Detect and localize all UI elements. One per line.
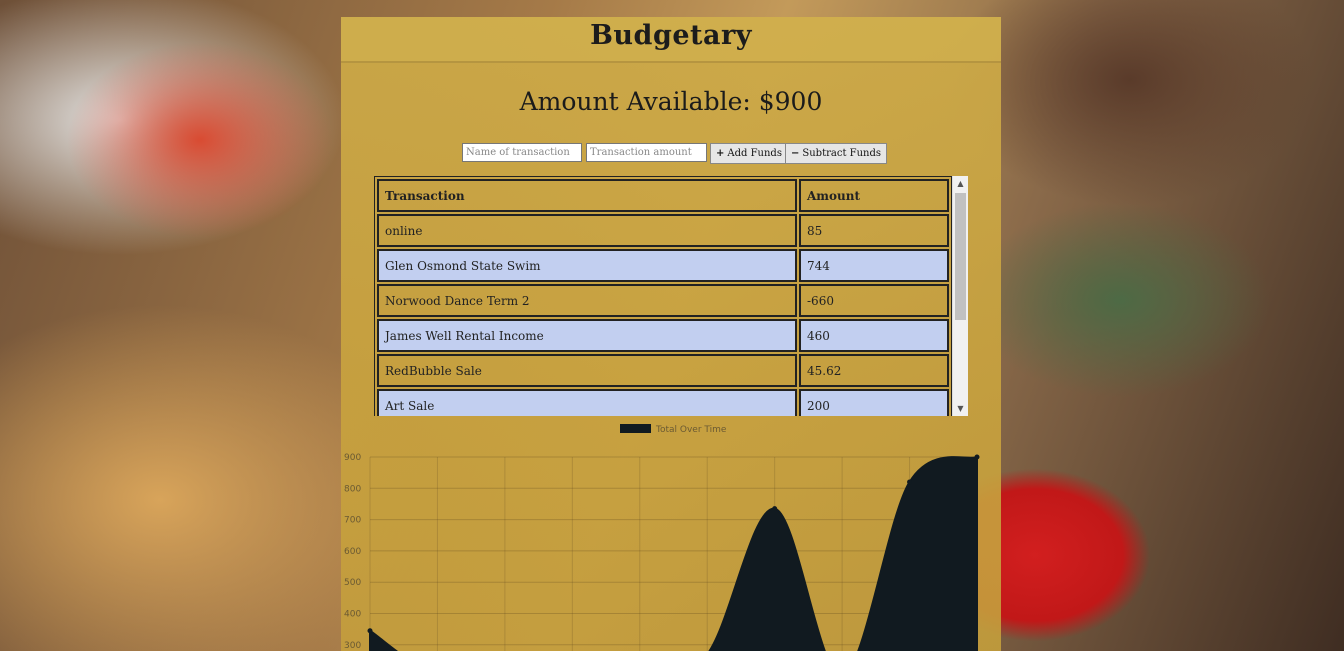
transaction-amount-cell: 85 (799, 214, 949, 247)
total-over-time-chart: 300 400 500 600 700 800 900 Total Over Time (344, 424, 980, 651)
y-tick-label: 500 (344, 578, 361, 588)
y-tick-label: 400 (344, 610, 361, 620)
y-tick-label: 600 (344, 547, 361, 557)
transaction-amount-cell: 45.62 (799, 354, 949, 387)
add-funds-label: Add Funds (727, 148, 782, 159)
subtract-funds-button[interactable]: − Subtract Funds (785, 143, 887, 164)
table-row[interactable]: James Well Rental Income 460 (377, 319, 949, 352)
transaction-amount-cell: 744 (799, 249, 949, 282)
subtract-funds-label: Subtract Funds (802, 148, 881, 159)
table-row[interactable]: Glen Osmond State Swim 744 (377, 249, 949, 282)
scroll-down-arrow-icon[interactable]: ▼ (953, 401, 968, 416)
legend-swatch (620, 424, 651, 433)
table-row[interactable]: Norwood Dance Term 2 -660 (377, 284, 949, 317)
app-panel: Budgetary Amount Available: $900 +Add Fu… (341, 17, 1001, 651)
table-row[interactable]: online 85 (377, 214, 949, 247)
scroll-up-arrow-icon[interactable]: ▲ (953, 176, 968, 191)
chart-y-ticks: 300 400 500 600 700 800 900 (344, 453, 361, 651)
transactions-table: Transaction Amount online 85 Glen Osmond… (374, 176, 952, 416)
transaction-amount-cell: 200 (799, 389, 949, 416)
scrollbar-thumb[interactable] (955, 193, 966, 320)
transactions-table-container[interactable]: Transaction Amount online 85 Glen Osmond… (374, 176, 968, 416)
data-point (907, 479, 913, 485)
app-title[interactable]: Budgetary (590, 20, 752, 51)
table-scrollbar[interactable]: ▲ ▼ (952, 176, 968, 416)
data-point (974, 454, 980, 460)
y-tick-label: 900 (344, 453, 361, 463)
y-tick-label: 300 (344, 641, 361, 651)
y-tick-label: 700 (344, 516, 361, 526)
transaction-name-cell: Glen Osmond State Swim (377, 249, 797, 282)
column-header-transaction: Transaction (377, 179, 797, 212)
transaction-name-cell: Norwood Dance Term 2 (377, 284, 797, 317)
y-tick-label: 800 (344, 484, 361, 494)
table-row[interactable]: Art Sale 200 (377, 389, 949, 416)
transaction-name-cell: Art Sale (377, 389, 797, 416)
chart-area (367, 454, 980, 651)
transaction-name-cell: RedBubble Sale (377, 354, 797, 387)
series-total-over-time-area (369, 455, 978, 651)
transaction-name-input[interactable] (462, 143, 582, 162)
transaction-amount-cell: 460 (799, 319, 949, 352)
table-header-row: Transaction Amount (377, 179, 949, 212)
add-funds-button[interactable]: + Add Funds (710, 143, 788, 164)
data-point (772, 506, 778, 512)
app-header: Budgetary (341, 17, 1001, 63)
data-point (367, 628, 373, 634)
table-row[interactable]: RedBubble Sale 45.62 (377, 354, 949, 387)
chart-legend: Total Over Time (620, 424, 727, 435)
plus-icon: + (716, 148, 725, 159)
minus-icon: − (791, 148, 800, 159)
transaction-amount-input[interactable] (586, 143, 707, 162)
transaction-name-cell: James Well Rental Income (377, 319, 797, 352)
column-header-amount: Amount (799, 179, 949, 212)
transaction-name-cell: online (377, 214, 797, 247)
legend-label: Total Over Time (655, 425, 727, 435)
transaction-amount-cell: -660 (799, 284, 949, 317)
amount-available: Amount Available: $900 (519, 87, 823, 116)
